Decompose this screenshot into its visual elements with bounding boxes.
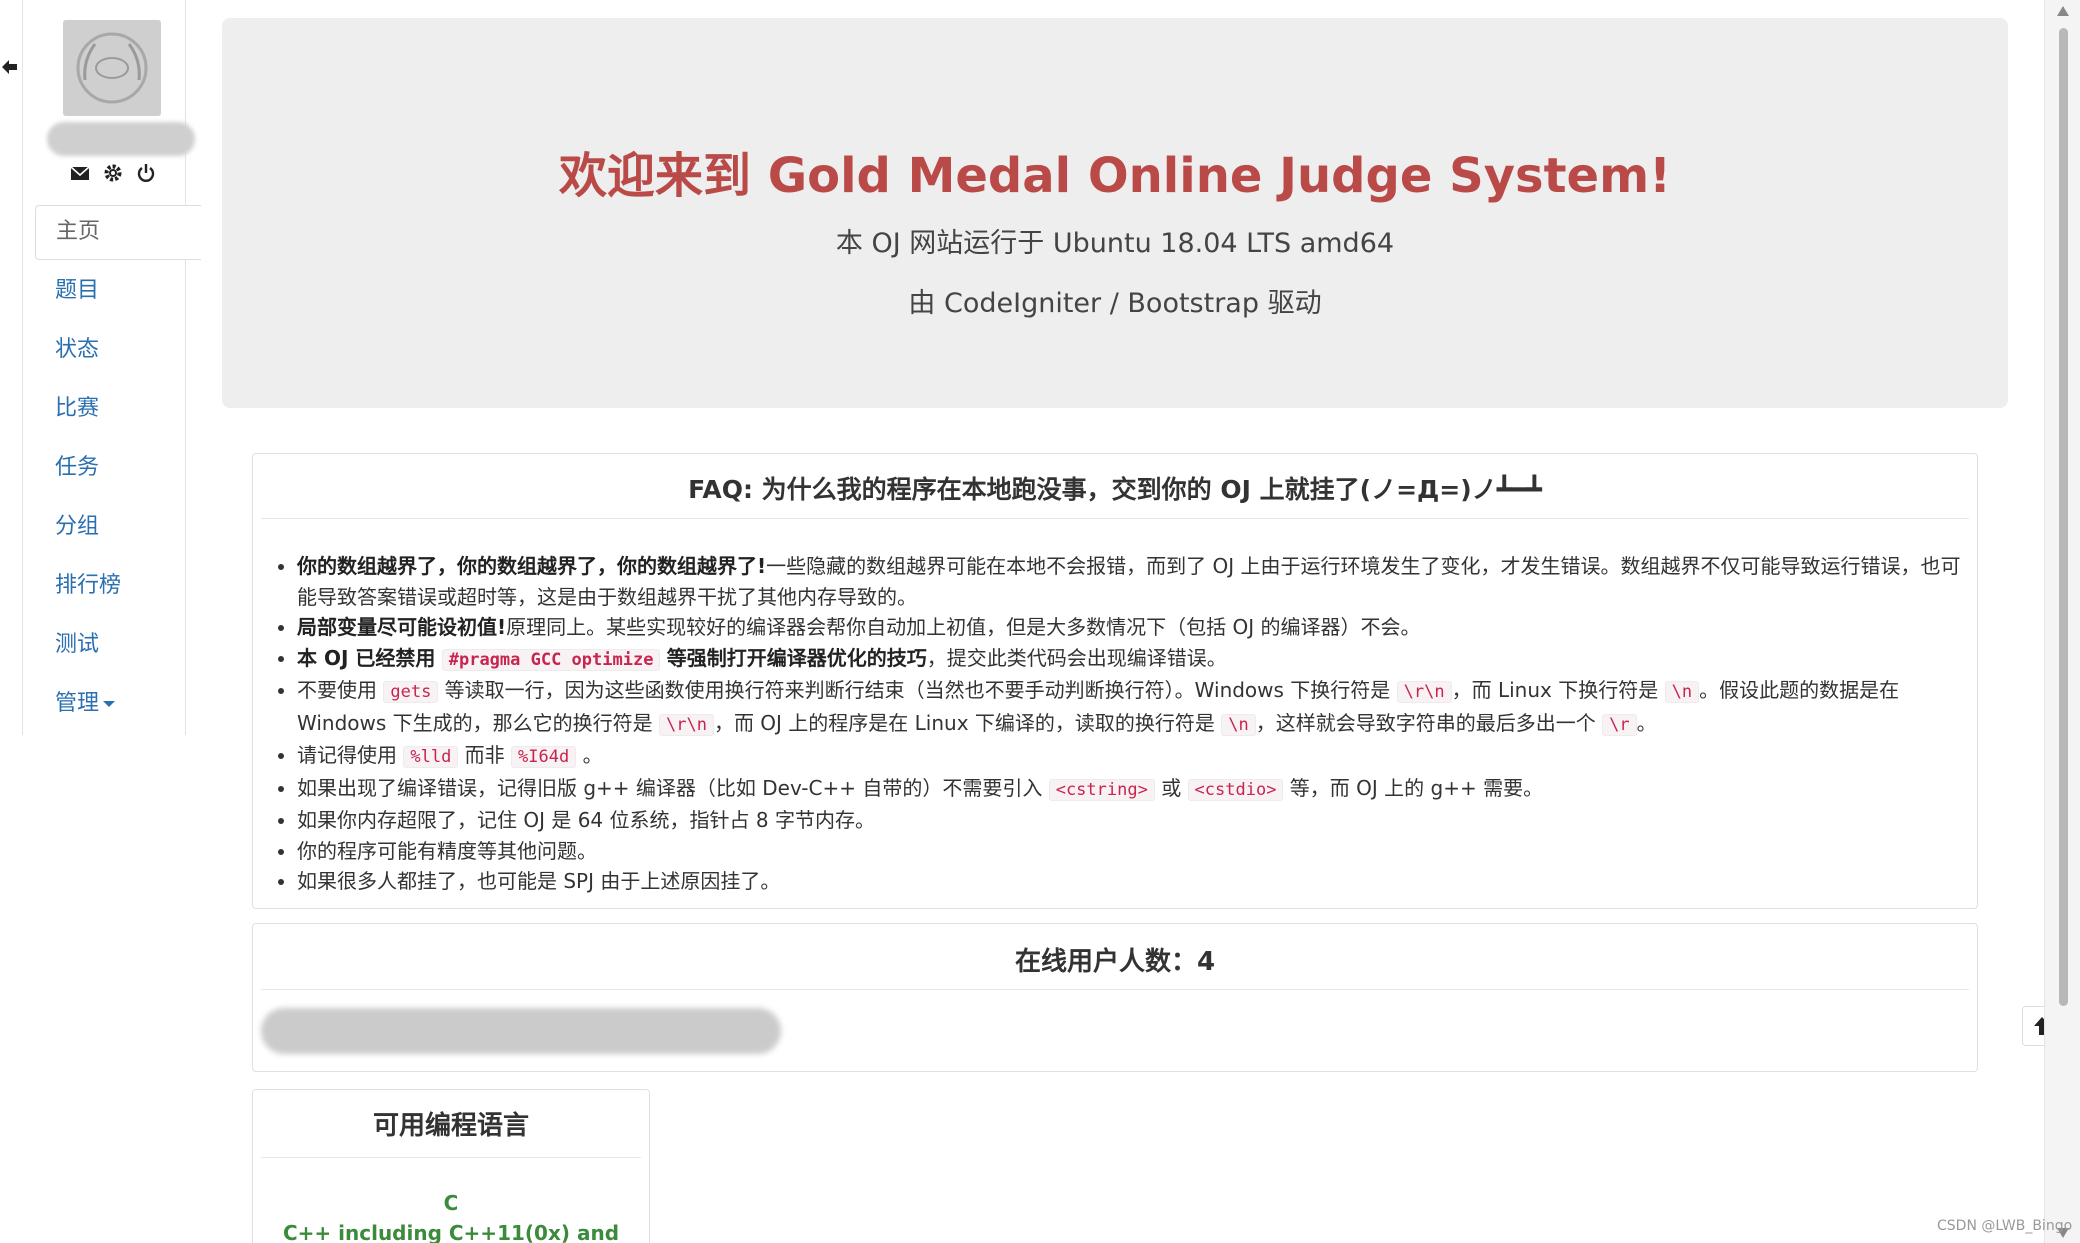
faq-bold: 局部变量尽可能设初值!	[297, 615, 507, 639]
faq-code: #pragma GCC optimize	[441, 648, 661, 671]
faq-code: \n	[1664, 681, 1700, 703]
faq-text: ，这样就会导致字符串的最后多出一个	[1255, 710, 1596, 735]
faq-code: \r\n	[1396, 681, 1452, 703]
faq-code: gets	[383, 681, 439, 703]
faq-item: 如果出现了编译错误，记得旧版 g++ 编译器（比如 Dev-C++ 自带的）不需…	[297, 773, 1967, 806]
faq-code: \n	[1221, 713, 1256, 736]
nav-label: 分组	[55, 514, 100, 539]
nav-label: 任务	[55, 455, 100, 480]
nav-label: 题目	[55, 278, 100, 303]
envelope-icon[interactable]	[69, 162, 93, 186]
nav-item-contests[interactable]: 比赛	[35, 382, 201, 441]
faq-text: 如果出现了编译错误，记得旧版 g++ 编译器（比如 Dev-C++ 自带的）不需…	[297, 775, 1043, 800]
faq-item: 你的数组越界了，你的数组越界了，你的数组越界了!一些隐藏的数组越界可能在本地不会…	[297, 551, 1967, 612]
arrow-left-icon[interactable]	[0, 56, 18, 80]
faq-text: 原理同上。某些实现较好的编译器会帮你自动加上初值，但是大多数情况下（包括 OJ …	[506, 615, 1421, 639]
faq-text: 或	[1161, 775, 1182, 800]
scroll-up-icon[interactable]	[2057, 6, 2069, 16]
online-users-panel: 在线用户人数：4	[252, 923, 1978, 1072]
languages-title: 可用编程语言	[261, 1090, 641, 1158]
faq-text: ，而 Linux 下换行符是	[1451, 678, 1659, 702]
nav-label: 排行榜	[55, 573, 122, 598]
username-blurred	[47, 122, 195, 156]
language-item: C	[443, 1191, 459, 1215]
nav-label: 主页	[56, 219, 101, 244]
faq-item: 你的程序可能有精度等其他问题。	[297, 836, 1967, 867]
nav-item-status[interactable]: 状态	[35, 323, 201, 382]
nav-item-admin[interactable]: 管理	[35, 677, 201, 736]
faq-title: FAQ: 为什么我的程序在本地跑没事，交到你的 OJ 上就挂了(ノ=Д=)ノ┻━…	[261, 454, 1969, 519]
nav-label: 状态	[55, 337, 100, 362]
faq-text: ，提交此类代码会出现编译错误。	[926, 645, 1227, 670]
faq-text: 而非	[464, 743, 505, 767]
faq-item: 如果很多人都挂了，也可能是 SPJ 由于上述原因挂了。	[297, 866, 1967, 897]
nav-label: 管理	[55, 691, 100, 716]
faq-item: 本 OJ 已经禁用 #pragma GCC optimize 等强制打开编译器优…	[297, 643, 1967, 676]
faq-code: %I64d	[511, 746, 577, 768]
scroll-thumb[interactable]	[2059, 28, 2068, 1006]
faq-panel: FAQ: 为什么我的程序在本地跑没事，交到你的 OJ 上就挂了(ノ=Д=)ノ┻━…	[252, 453, 1978, 909]
faq-code: \r\n	[659, 713, 714, 736]
power-icon[interactable]	[135, 162, 159, 186]
online-users-blurred	[261, 1008, 781, 1054]
languages-list: C C++ including C++11(0x) and C++14	[253, 1188, 649, 1243]
nav-item-groups[interactable]: 分组	[35, 500, 201, 559]
faq-text: 。	[582, 743, 603, 767]
sidebar: 主页 题目 状态 比赛 任务 分组 排行榜 测试 管理	[22, 0, 201, 735]
faq-text: 。	[1636, 710, 1657, 735]
sidebar-nav: 主页 题目 状态 比赛 任务 分组 排行榜 测试 管理	[35, 205, 201, 736]
nav-item-problems[interactable]: 题目	[35, 264, 201, 323]
server-info: 本 OJ 网站运行于 Ubuntu 18.04 LTS amd64	[835, 228, 1395, 259]
faq-code: <cstring>	[1048, 778, 1155, 801]
user-tools	[69, 162, 159, 188]
nav-item-home[interactable]: 主页	[35, 205, 201, 260]
faq-bold: 等强制打开编译器优化的技巧	[666, 645, 927, 670]
caret-down-icon	[103, 701, 116, 707]
faq-text: 等，而 OJ 上的 g++ 需要。	[1289, 775, 1544, 800]
faq-item: 请记得使用 %lld 而非 %I64d 。	[297, 740, 1967, 773]
nav-label: 测试	[55, 632, 100, 657]
faq-item: 不要使用 gets 等读取一行，因为这些函数使用换行符来判断行结束（当然也不要手…	[297, 675, 1967, 740]
languages-panel: 可用编程语言 C C++ including C++11(0x) and C++…	[252, 1089, 650, 1243]
gear-icon[interactable]	[102, 162, 126, 186]
faq-bold: 你的数组越界了，你的数组越界了，你的数组越界了!	[297, 554, 767, 578]
vertical-scrollbar[interactable]	[2044, 0, 2080, 1243]
nav-item-tasks[interactable]: 任务	[35, 441, 201, 500]
page-title: 欢迎来到 Gold Medal Online Judge System!	[558, 148, 1672, 204]
nav-label: 比赛	[55, 396, 100, 421]
faq-bold: 本 OJ 已经禁用	[297, 645, 436, 670]
faq-list: 你的数组越界了，你的数组越界了，你的数组越界了!一些隐藏的数组越界可能在本地不会…	[297, 551, 1967, 897]
nav-item-tests[interactable]: 测试	[35, 618, 201, 677]
faq-text: 请记得使用	[297, 743, 397, 767]
powered-by: 由 CodeIgniter / Bootstrap 驱动	[908, 288, 1322, 319]
faq-code: %lld	[403, 746, 459, 768]
faq-item: 如果你内存超限了，记住 OJ 是 64 位系统，指针占 8 字节内存。	[297, 805, 1967, 836]
faq-item: 局部变量尽可能设初值!原理同上。某些实现较好的编译器会帮你自动加上初值，但是大多…	[297, 612, 1967, 643]
online-users-title: 在线用户人数：4	[261, 924, 1969, 990]
avatar[interactable]	[63, 20, 161, 116]
faq-text: ，而 OJ 上的程序是在 Linux 下编译的，读取的换行符是	[713, 710, 1215, 735]
faq-text: 等读取一行，因为这些函数使用换行符来判断行结束（当然也不要手动判断换行符）。Wi…	[444, 678, 1391, 702]
faq-code: \r	[1602, 713, 1637, 736]
watermark: CSDN @LWB_Bingo	[1937, 1218, 2073, 1234]
language-item: C++ including C++11(0x) and C++14	[282, 1221, 620, 1243]
faq-text: 不要使用	[297, 678, 377, 702]
welcome-banner: 欢迎来到 Gold Medal Online Judge System! 本 O…	[222, 18, 2008, 408]
nav-item-ranklist[interactable]: 排行榜	[35, 559, 201, 618]
faq-code: <cstdio>	[1187, 778, 1284, 801]
